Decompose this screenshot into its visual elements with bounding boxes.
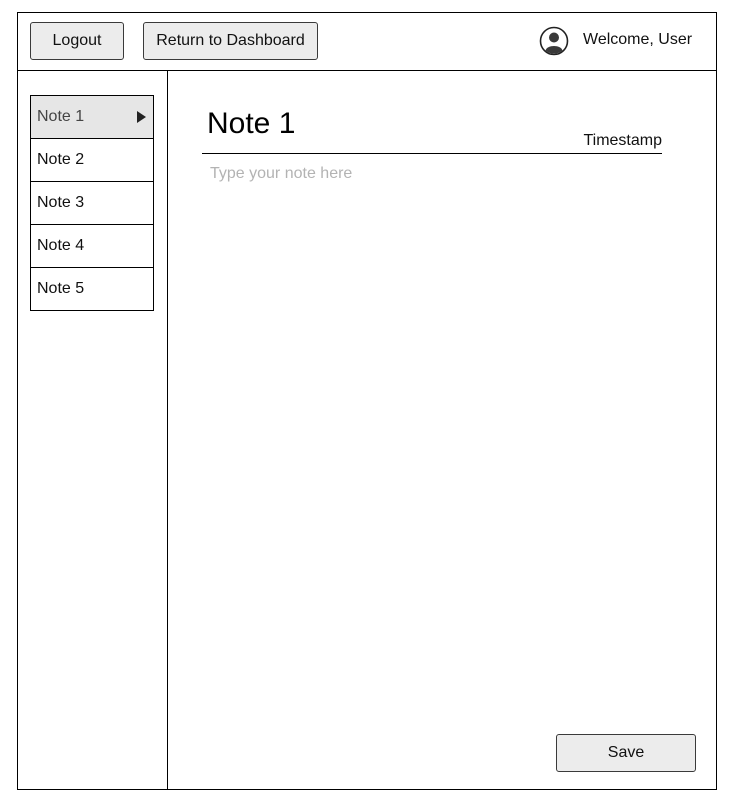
notes-sidebar: Note 1 Note 2 Note 3 Note 4 Note 5 [18, 71, 168, 790]
save-button[interactable]: Save [556, 734, 696, 772]
note-body-input[interactable] [206, 161, 661, 721]
note-editor: Note 1 Timestamp Save [168, 71, 716, 790]
note-item-label: Note 5 [37, 280, 85, 297]
note-list-item-3[interactable]: Note 3 [31, 181, 153, 224]
top-bar: Logout Return to Dashboard Welcome, User [18, 13, 716, 71]
note-list: Note 1 Note 2 Note 3 Note 4 Note 5 [30, 95, 154, 311]
note-item-label: Note 3 [37, 194, 85, 211]
note-item-label: Note 1 [37, 108, 85, 125]
note-title: Note 1 [207, 107, 296, 140]
note-item-label: Note 2 [37, 151, 85, 168]
note-timestamp: Timestamp [583, 132, 662, 149]
logout-button[interactable]: Logout [30, 22, 124, 60]
user-circle-icon[interactable] [539, 26, 569, 56]
return-to-dashboard-button[interactable]: Return to Dashboard [143, 22, 318, 60]
note-item-label: Note 4 [37, 237, 85, 254]
play-arrow-icon [137, 111, 146, 123]
note-list-item-1[interactable]: Note 1 [31, 96, 153, 138]
welcome-text: Welcome, User [583, 31, 693, 48]
title-divider [202, 153, 662, 154]
note-list-item-5[interactable]: Note 5 [31, 267, 153, 310]
note-list-item-4[interactable]: Note 4 [31, 224, 153, 267]
app-frame: Logout Return to Dashboard Welcome, User… [17, 12, 717, 790]
note-list-item-2[interactable]: Note 2 [31, 138, 153, 181]
